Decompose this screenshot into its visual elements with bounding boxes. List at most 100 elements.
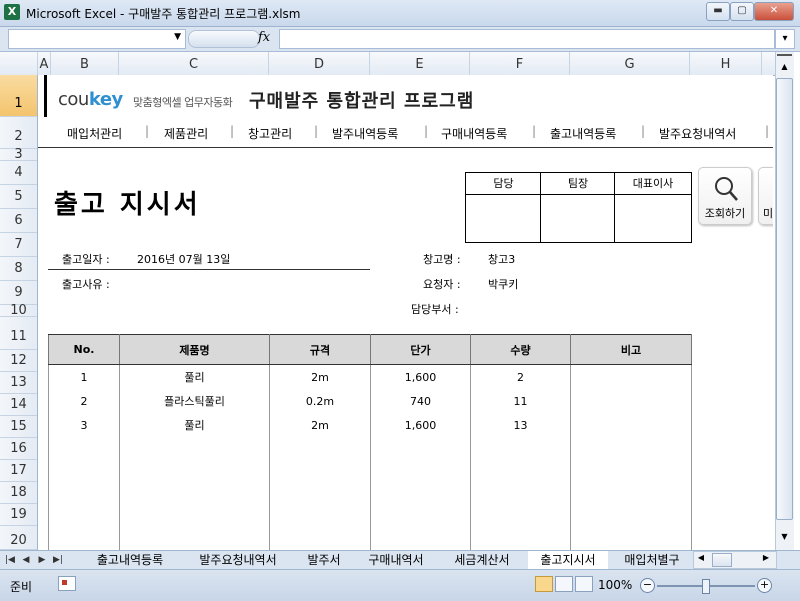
row-header[interactable]: 18 [0, 482, 37, 504]
scroll-right-icon[interactable]: ▶ [760, 553, 772, 565]
vertical-scroll-thumb[interactable] [776, 78, 793, 520]
cell-quantity[interactable]: 11 [470, 389, 571, 413]
zoom-level[interactable]: 100% [598, 578, 632, 592]
tab-shipment-order[interactable]: 출고지시서 [528, 551, 608, 570]
worksheet[interactable]: coukey 맞춤형엑셀 업무자동화 구매발주 통합관리 프로그램 매입처관리 … [38, 75, 773, 550]
formula-expand-button[interactable]: ▾ [775, 29, 795, 49]
next-sheet-icon[interactable]: ▶ [36, 553, 48, 567]
chevron-down-icon[interactable]: ▼ [174, 32, 181, 42]
formula-input[interactable] [279, 29, 775, 49]
requester-value[interactable]: 박쿠키 [488, 276, 518, 292]
cell-quantity[interactable]: 2 [470, 364, 571, 389]
column-header-c[interactable]: C [119, 52, 269, 75]
column-header-g[interactable]: G [570, 52, 690, 75]
row-header[interactable]: 5 [0, 185, 37, 209]
first-sheet-icon[interactable]: |◀ [4, 553, 16, 567]
page-layout-view-icon[interactable] [555, 576, 573, 592]
row-header[interactable]: 3 [0, 148, 37, 161]
close-button[interactable]: ✕ [754, 2, 794, 21]
cell-empty[interactable] [570, 437, 692, 550]
cell-quantity[interactable]: 13 [470, 413, 571, 437]
row-header[interactable]: 7 [0, 233, 37, 257]
cell-spec[interactable]: 2m [269, 364, 371, 389]
name-box[interactable]: ▼ [8, 29, 186, 49]
column-header-d[interactable]: D [269, 52, 370, 75]
cell-spec[interactable]: 0.2m [269, 389, 371, 413]
cell-empty[interactable] [48, 437, 120, 550]
scroll-down-icon[interactable]: ▼ [777, 532, 792, 544]
horizontal-scrollbar[interactable]: ◀ ▶ [693, 551, 777, 569]
row-header[interactable]: 8 [0, 257, 37, 281]
row-header[interactable]: 15 [0, 416, 37, 438]
fx-icon[interactable]: fx [258, 30, 270, 45]
zoom-out-icon[interactable]: − [640, 578, 655, 593]
scroll-up-icon[interactable]: ▲ [777, 62, 792, 74]
row-header[interactable]: 1 [0, 75, 37, 117]
table-row[interactable]: 1 풀리 2m 1,600 2 [48, 364, 692, 389]
tab-purchase-order[interactable]: 발주서 [298, 551, 350, 570]
cell-product[interactable]: 풀리 [119, 364, 270, 389]
cell-product[interactable]: 풀리 [119, 413, 270, 437]
row-header[interactable]: 2 [0, 117, 37, 149]
normal-view-icon[interactable] [535, 576, 553, 592]
scroll-left-icon[interactable]: ◀ [695, 553, 707, 565]
cell-unit-price[interactable]: 1,600 [370, 364, 471, 389]
maximize-button[interactable]: ▢ [730, 2, 754, 21]
cell-no[interactable]: 3 [48, 413, 120, 437]
row-header[interactable]: 14 [0, 394, 37, 416]
column-header-a[interactable]: A [38, 52, 51, 75]
cell-no[interactable]: 2 [48, 389, 120, 413]
horizontal-scroll-thumb[interactable] [712, 553, 732, 567]
warehouse-value[interactable]: 창고3 [488, 251, 515, 267]
table-row[interactable] [48, 437, 692, 550]
more-button[interactable]: 미 [758, 167, 773, 225]
nav-order-request[interactable]: 발주요청내역서 [659, 125, 736, 142]
cell-remarks[interactable] [570, 413, 692, 437]
row-header[interactable]: 4 [0, 161, 37, 185]
tab-shipment-registration[interactable]: 출고내역등록 [82, 551, 178, 570]
split-handle[interactable] [777, 54, 792, 62]
cell-product[interactable]: 플라스틱풀리 [119, 389, 270, 413]
cell-unit-price[interactable]: 740 [370, 389, 471, 413]
search-button[interactable]: 조회하기 [698, 167, 752, 225]
cell-empty[interactable] [470, 437, 571, 550]
table-row[interactable]: 3 풀리 2m 1,600 13 [48, 413, 692, 437]
cell-spec[interactable]: 2m [269, 413, 371, 437]
row-header[interactable]: 11 [0, 317, 37, 350]
minimize-button[interactable]: ▬ [706, 2, 730, 21]
nav-warehouse-management[interactable]: 창고관리 [248, 125, 292, 142]
column-header-h[interactable]: H [690, 52, 762, 75]
cell-remarks[interactable] [570, 364, 692, 389]
row-header[interactable]: 13 [0, 372, 37, 394]
zoom-in-icon[interactable]: + [757, 578, 772, 593]
row-header[interactable]: 17 [0, 460, 37, 482]
tab-purchase-history[interactable]: 구매내역서 [356, 551, 436, 570]
last-sheet-icon[interactable]: ▶| [52, 553, 64, 567]
page-break-view-icon[interactable] [575, 576, 593, 592]
column-header-f[interactable]: F [470, 52, 570, 75]
formula-collapse-handle[interactable] [188, 30, 260, 48]
macro-record-icon[interactable] [58, 576, 76, 591]
row-header[interactable]: 9 [0, 281, 37, 305]
cell-empty[interactable] [370, 437, 471, 550]
nav-supplier-management[interactable]: 매입처관리 [67, 125, 122, 142]
row-header[interactable]: 19 [0, 504, 37, 526]
cell-empty[interactable] [119, 437, 270, 550]
row-header[interactable]: 12 [0, 350, 37, 372]
row-header[interactable]: 20 [0, 526, 37, 550]
nav-purchase-registration[interactable]: 구매내역등록 [441, 125, 507, 142]
tab-order-request[interactable]: 발주요청내역서 [184, 551, 292, 570]
row-header[interactable]: 10 [0, 304, 37, 317]
cell-unit-price[interactable]: 1,600 [370, 413, 471, 437]
prev-sheet-icon[interactable]: ◀ [20, 553, 32, 567]
column-header-e[interactable]: E [370, 52, 470, 75]
nav-product-management[interactable]: 제품관리 [164, 125, 208, 142]
column-header-b[interactable]: B [51, 52, 119, 75]
zoom-slider-thumb[interactable] [702, 579, 710, 594]
select-all-corner[interactable] [0, 52, 38, 75]
tab-tax-invoice[interactable]: 세금계산서 [442, 551, 522, 570]
table-row[interactable]: 2 플라스틱풀리 0.2m 740 11 [48, 389, 692, 413]
nav-shipment-registration[interactable]: 출고내역등록 [550, 125, 616, 142]
row-header[interactable]: 6 [0, 209, 37, 233]
row-header[interactable]: 16 [0, 438, 37, 460]
